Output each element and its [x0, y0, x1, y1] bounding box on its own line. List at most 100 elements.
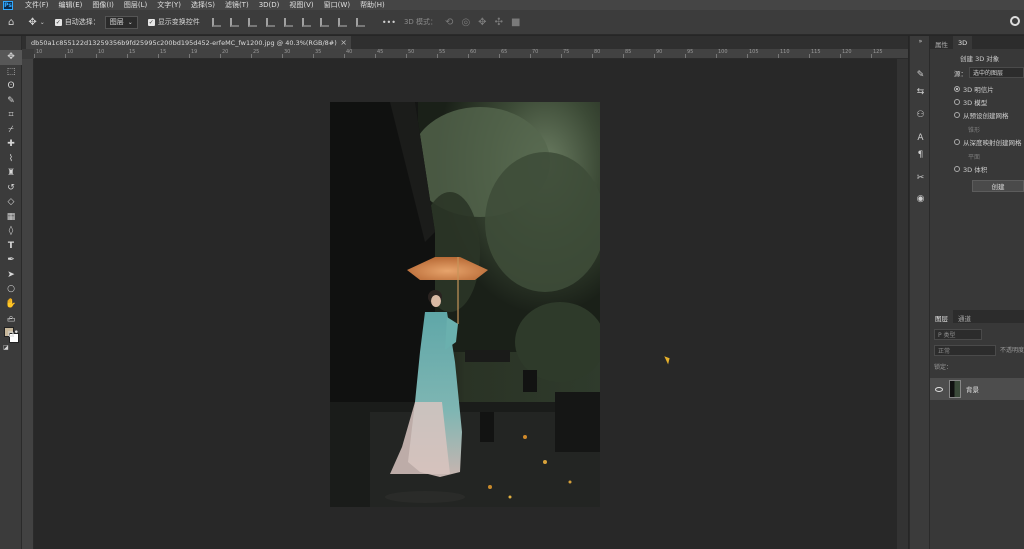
option-3d-extrusion[interactable]: 3D 模型	[954, 97, 1024, 107]
tab-channels[interactable]: 通道	[953, 310, 976, 323]
align-middle-icon[interactable]	[283, 17, 293, 27]
3d-panel-icon[interactable]: ◉	[910, 190, 931, 207]
quick-mask-icon[interactable]: ▭	[0, 313, 22, 328]
paragraph-panel-icon[interactable]: ¶	[910, 146, 931, 163]
move-tool-icon[interactable]: ✥	[28, 17, 36, 28]
chevron-down-icon[interactable]: ⌄	[40, 19, 45, 26]
ruler-tick-label: 20	[222, 49, 229, 55]
clone-stamp-tool-icon[interactable]: ♜	[0, 166, 22, 181]
menu-view[interactable]: 视图(V)	[289, 0, 313, 10]
type-tool-icon[interactable]: T	[0, 239, 22, 254]
show-transform-checkbox[interactable]: ✓ 显示变换控件	[147, 17, 200, 27]
more-options-button[interactable]: •••	[382, 18, 396, 27]
menu-filter[interactable]: 滤镜(T)	[225, 0, 249, 10]
align-bottom-icon[interactable]	[301, 17, 311, 27]
document-image[interactable]	[330, 102, 600, 507]
align-top-icon[interactable]	[265, 17, 275, 27]
3d-slide-icon[interactable]: ✣	[495, 17, 503, 28]
option-3d-extrusion-label: 3D 模型	[963, 99, 988, 107]
adjustments-panel-icon[interactable]: ⇆	[910, 83, 931, 100]
option-mesh-preset[interactable]: 从预设创建网格	[954, 110, 1024, 120]
menu-file[interactable]: 文件(F)	[25, 0, 49, 10]
menu-window[interactable]: 窗口(W)	[324, 0, 350, 10]
menu-3d[interactable]: 3D(D)	[259, 1, 280, 9]
ruler-tick-label: 40	[346, 49, 353, 55]
tab-3d[interactable]: 3D	[953, 36, 973, 49]
search-icon[interactable]	[1010, 16, 1020, 26]
ellipse-tool-icon[interactable]: ○	[0, 282, 22, 297]
ruler-tick-mark	[561, 54, 562, 58]
pen-tool-icon[interactable]: ✒	[0, 253, 22, 268]
option-depth-map[interactable]: 从深度映射创建网格	[954, 137, 1024, 147]
ruler-tick-mark	[499, 54, 500, 58]
document-tab[interactable]: db50a1c855122d13259356b9fd25995c200bd195…	[26, 36, 351, 49]
hand-tool-icon[interactable]: ✋	[0, 297, 22, 312]
layer-kind-filter[interactable]: P 类型	[934, 329, 982, 340]
align-right-icon[interactable]	[247, 17, 257, 27]
align-center-icon[interactable]	[229, 17, 239, 27]
tab-layers[interactable]: 图层	[930, 310, 953, 323]
menu-help[interactable]: 帮助(H)	[360, 0, 385, 10]
tab-properties[interactable]: 属性	[930, 36, 953, 49]
home-icon[interactable]: ⌂	[8, 17, 14, 28]
menu-layer[interactable]: 图层(L)	[124, 0, 147, 10]
layer-row[interactable]: 背景	[930, 378, 1024, 400]
distribute-vertical-icon[interactable]	[337, 17, 347, 27]
align-left-icon[interactable]	[211, 17, 221, 27]
lasso-tool-icon[interactable]: ʘ	[0, 79, 22, 94]
create-button[interactable]: 创建	[972, 180, 1024, 192]
history-brush-tool-icon[interactable]: ↺	[0, 181, 22, 196]
3d-pan-icon[interactable]: ✥	[478, 17, 486, 28]
vertical-scrollbar[interactable]	[897, 59, 908, 549]
crop-tool-icon[interactable]: ⌗	[0, 108, 22, 123]
blend-mode-dropdown[interactable]: 正常	[934, 345, 996, 356]
layer-name[interactable]: 背景	[966, 384, 979, 394]
history-panel-icon[interactable]: ✎	[910, 66, 931, 83]
path-select-tool-icon[interactable]: ➤	[0, 268, 22, 283]
eyedropper-tool-icon[interactable]: ⌿	[0, 123, 22, 138]
tools-panel: ✥ ⬚ ʘ ✎ ⌗ ⌿ ✚ ⌇ ♜ ↺ ◇ ▦ ◊ T ✒ ➤ ○ ✋ ⌕ ••…	[0, 36, 22, 549]
source-label: 源：	[954, 69, 967, 78]
ruler-tick-label: 100	[718, 49, 728, 55]
auto-select-checkbox[interactable]: ✓ 自动选择：	[54, 17, 100, 27]
libraries-panel-icon[interactable]: ⚇	[910, 106, 931, 123]
quick-select-tool-icon[interactable]: ✎	[0, 94, 22, 109]
horizontal-ruler[interactable]: 10 10 10 15 15 19 20 25 30 35 40 45 50 55 60 65 70 75 80 85…	[34, 49, 908, 59]
eye-icon[interactable]	[935, 386, 943, 392]
healing-brush-tool-icon[interactable]: ✚	[0, 137, 22, 152]
3d-orbit-icon[interactable]: ⟲	[445, 17, 453, 28]
ruler-tick-label: 15	[160, 49, 167, 55]
screen-mode-icon[interactable]: ⧉	[0, 328, 22, 343]
ruler-tick-mark	[34, 54, 35, 58]
option-3d-postcard[interactable]: 3D 明信片	[954, 84, 1024, 94]
distribute-horizontal-icon[interactable]	[355, 17, 365, 27]
collapse-panels-icon[interactable]: »	[910, 36, 931, 46]
ruler-tick-label: 15	[129, 49, 136, 55]
tools-preset-icon[interactable]: ✂	[910, 169, 931, 186]
ruler-corner	[22, 49, 34, 59]
vertical-ruler[interactable]	[22, 59, 34, 549]
menu-edit[interactable]: 编辑(E)	[59, 0, 83, 10]
radio-icon	[954, 166, 960, 172]
3d-scale-icon[interactable]: ■	[511, 17, 520, 28]
eraser-tool-icon[interactable]: ◇	[0, 195, 22, 210]
option-3d-volume[interactable]: 3D 体积	[954, 164, 1024, 174]
menu-image[interactable]: 图像(I)	[92, 0, 114, 10]
character-panel-icon[interactable]: A	[910, 129, 931, 146]
move-tool-icon[interactable]: ✥	[0, 50, 22, 65]
3d-roll-icon[interactable]: ◎	[461, 17, 470, 28]
distribute-icon[interactable]	[319, 17, 329, 27]
menu-type[interactable]: 文字(Y)	[157, 0, 181, 10]
ruler-tick-mark	[871, 54, 872, 58]
brush-tool-icon[interactable]: ⌇	[0, 152, 22, 167]
marquee-tool-icon[interactable]: ⬚	[0, 65, 22, 80]
source-dropdown[interactable]: 选中的图层	[969, 67, 1024, 78]
ruler-tick-label: 120	[842, 49, 852, 55]
blur-tool-icon[interactable]: ◊	[0, 224, 22, 239]
gradient-tool-icon[interactable]: ▦	[0, 210, 22, 225]
ruler-tick-mark	[251, 54, 252, 58]
chevron-down-icon: ⌄	[127, 18, 133, 26]
auto-select-dropdown[interactable]: 图层 ⌄	[104, 15, 138, 29]
close-icon[interactable]: ×	[340, 38, 347, 47]
menu-select[interactable]: 选择(S)	[191, 0, 215, 10]
